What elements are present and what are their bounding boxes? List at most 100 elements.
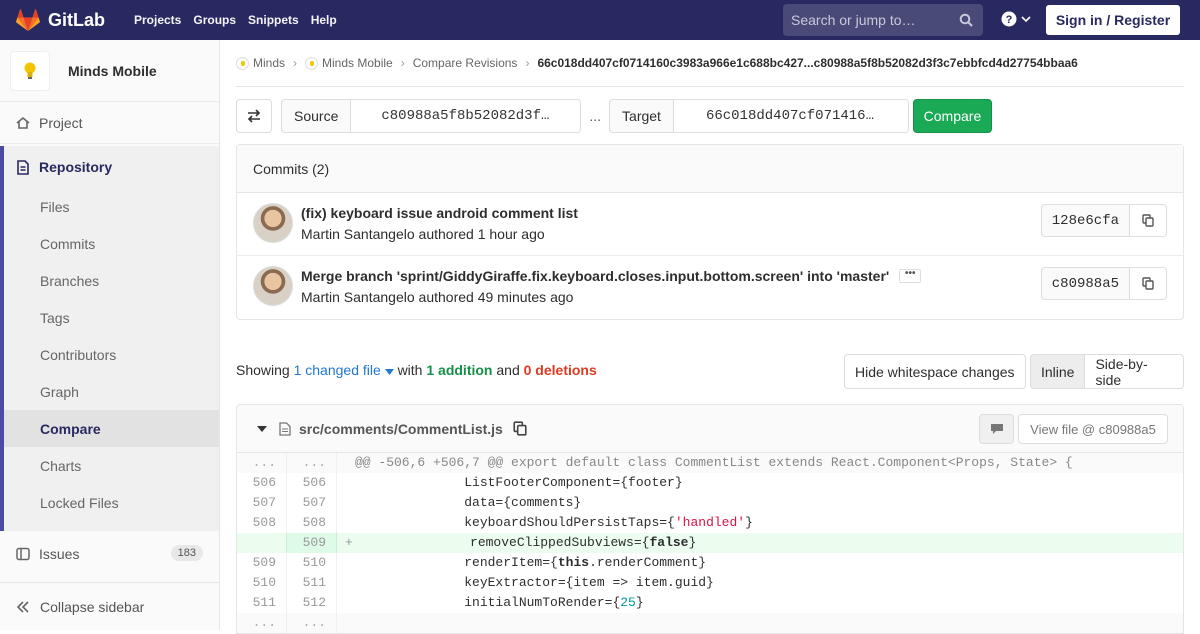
sidebar-item-repository[interactable]: Repository xyxy=(4,146,219,188)
comment-icon xyxy=(990,424,1003,434)
caret-down-icon[interactable] xyxy=(257,425,267,432)
diff-line: 507 507 data={comments} xyxy=(237,493,1183,513)
sidebar-item-contributors[interactable]: Contributors xyxy=(4,336,219,373)
nav-projects[interactable]: Projects xyxy=(128,0,187,40)
changed-files-dropdown[interactable]: 1 changed file xyxy=(294,362,394,378)
copy-sha-button[interactable] xyxy=(1130,204,1167,237)
breadcrumb-project[interactable]: Minds Mobile xyxy=(305,56,393,70)
stats-and: and xyxy=(496,362,520,378)
commit-sha[interactable]: 128e6cfa xyxy=(1040,204,1130,237)
breadcrumb-section[interactable]: Compare Revisions xyxy=(413,56,518,70)
revision-selector: Source c80988a5f8b52082d3f… ... Target 6… xyxy=(236,99,992,133)
sidebar-item-compare[interactable]: Compare xyxy=(4,410,219,447)
sidebar-item-project[interactable]: Project xyxy=(0,102,219,144)
commit-verb: authored xyxy=(418,289,474,305)
gitlab-logo[interactable]: GitLab xyxy=(16,0,105,40)
old-line-number[interactable]: 511 xyxy=(237,593,287,613)
sidebar-item-locked-files[interactable]: Locked Files xyxy=(4,484,219,521)
nav-groups[interactable]: Groups xyxy=(187,0,242,40)
commit-time: 1 hour ago xyxy=(477,226,545,242)
breadcrumb-current[interactable]: 66c018dd407cf0714160c3983a966e1c688bc427… xyxy=(537,56,1077,70)
search-input[interactable]: Search or jump to… xyxy=(783,4,983,36)
author-avatar[interactable] xyxy=(253,203,293,243)
diff-stats: Showing 1 changed file with 1 addition a… xyxy=(236,362,597,378)
sidebar-item-charts[interactable]: Charts xyxy=(4,447,219,484)
inline-view-button[interactable]: Inline xyxy=(1030,354,1086,389)
sidebar-item-graph[interactable]: Graph xyxy=(4,373,219,410)
target-ref-dropdown[interactable]: 66c018dd407cf071416… xyxy=(673,99,909,133)
commits-panel: Commits (2) (fix) keyboard issue android… xyxy=(236,144,1184,320)
changed-files-label: 1 changed file xyxy=(293,362,381,378)
file-path[interactable]: src/comments/CommentList.js xyxy=(299,421,503,437)
issues-icon xyxy=(16,547,30,561)
commit-time: 49 minutes ago xyxy=(477,289,574,305)
new-line-number[interactable]: 508 xyxy=(287,513,337,533)
new-line-number[interactable]: 510 xyxy=(287,553,337,573)
old-line-number: ... xyxy=(237,613,287,633)
new-line-number[interactable]: 512 xyxy=(287,593,337,613)
copy-icon xyxy=(1142,214,1154,227)
sidebar-item-commits[interactable]: Commits xyxy=(4,225,219,262)
stats-showing: Showing xyxy=(236,362,290,378)
sign-in-button[interactable]: Sign in / Register xyxy=(1046,5,1180,35)
diff-line: ...... xyxy=(237,613,1183,633)
old-line-number[interactable]: 506 xyxy=(237,473,287,493)
help-dropdown[interactable]: ? xyxy=(1001,11,1031,27)
project-avatar-small xyxy=(305,56,319,70)
sidebar-item-issues[interactable]: Issues 183 xyxy=(0,534,219,574)
sidebar-item-branches[interactable]: Branches xyxy=(4,262,219,299)
old-line-number[interactable]: 508 xyxy=(237,513,287,533)
nav-help[interactable]: Help xyxy=(305,0,343,40)
old-line-number[interactable]: 510 xyxy=(237,573,287,593)
expand-description-button[interactable]: ••• xyxy=(899,269,922,283)
author-avatar[interactable] xyxy=(253,266,293,306)
view-file-button[interactable]: View file @ c80988a5 xyxy=(1018,414,1168,444)
sidebar-project-header[interactable]: Minds Mobile xyxy=(0,40,219,102)
sidebar-item-files[interactable]: Files xyxy=(4,188,219,225)
old-line-number[interactable]: 509 xyxy=(237,553,287,573)
source-ref-dropdown[interactable]: c80988a5f8b52082d3f… xyxy=(351,99,582,133)
project-avatar xyxy=(10,50,50,91)
breadcrumb-separator: › xyxy=(293,56,298,70)
collapse-sidebar-button[interactable]: Collapse sidebar xyxy=(0,582,219,630)
commit-author[interactable]: Martin Santangelo xyxy=(301,226,415,242)
commit-title-text: Merge branch 'sprint/GiddyGiraffe.fix.ke… xyxy=(301,268,890,284)
commit-sha[interactable]: c80988a5 xyxy=(1040,267,1130,300)
stats-deletions: 0 deletions xyxy=(523,362,597,378)
svg-text:?: ? xyxy=(1006,14,1013,26)
breadcrumb-separator: › xyxy=(400,56,405,70)
swap-revisions-button[interactable] xyxy=(236,99,272,133)
copy-icon[interactable] xyxy=(513,421,527,436)
document-icon xyxy=(17,159,29,175)
commit-title[interactable]: Merge branch 'sprint/GiddyGiraffe.fix.ke… xyxy=(301,268,922,284)
compare-button[interactable]: Compare xyxy=(912,99,992,133)
expand-lines[interactable] xyxy=(337,613,345,633)
diff-line: 509 510 renderItem={this.renderComment} xyxy=(237,553,1183,573)
commit-title[interactable]: (fix) keyboard issue android comment lis… xyxy=(301,205,578,221)
new-line-number[interactable]: 511 xyxy=(287,573,337,593)
commit-row: Merge branch 'sprint/GiddyGiraffe.fix.ke… xyxy=(237,256,1183,319)
commit-author[interactable]: Martin Santangelo xyxy=(301,289,415,305)
diff-file-header: src/comments/CommentList.js View file @ … xyxy=(237,405,1183,453)
gitlab-tanuki-icon xyxy=(16,9,40,31)
nav-snippets[interactable]: Snippets xyxy=(242,0,305,40)
sidebar-item-tags[interactable]: Tags xyxy=(4,299,219,336)
hide-whitespace-button[interactable]: Hide whitespace changes xyxy=(844,354,1026,389)
group-avatar xyxy=(236,56,249,70)
new-line-number[interactable]: 507 xyxy=(287,493,337,513)
commit-meta: Martin Santangelo authored 1 hour ago xyxy=(301,226,545,242)
toggle-comments-button[interactable] xyxy=(979,414,1014,444)
sidebar-item-label: Issues xyxy=(39,546,80,562)
project-name: Minds Mobile xyxy=(68,62,157,79)
search-icon xyxy=(959,13,973,27)
copy-sha-button[interactable] xyxy=(1130,267,1167,300)
new-line-number: ... xyxy=(287,613,337,633)
commit-sha-group: 128e6cfa xyxy=(1040,204,1167,237)
side-by-side-button[interactable]: Side-by-side xyxy=(1085,354,1184,389)
new-line-number[interactable]: 509 xyxy=(287,533,337,553)
breadcrumb-group[interactable]: Minds xyxy=(236,56,285,70)
diff-line: 508 508 keyboardShouldPersistTaps={'handl… xyxy=(237,513,1183,533)
new-line-number[interactable]: 506 xyxy=(287,473,337,493)
old-line-number[interactable]: 507 xyxy=(237,493,287,513)
diff-line: 506 506 ListFooterComponent={footer} xyxy=(237,473,1183,493)
